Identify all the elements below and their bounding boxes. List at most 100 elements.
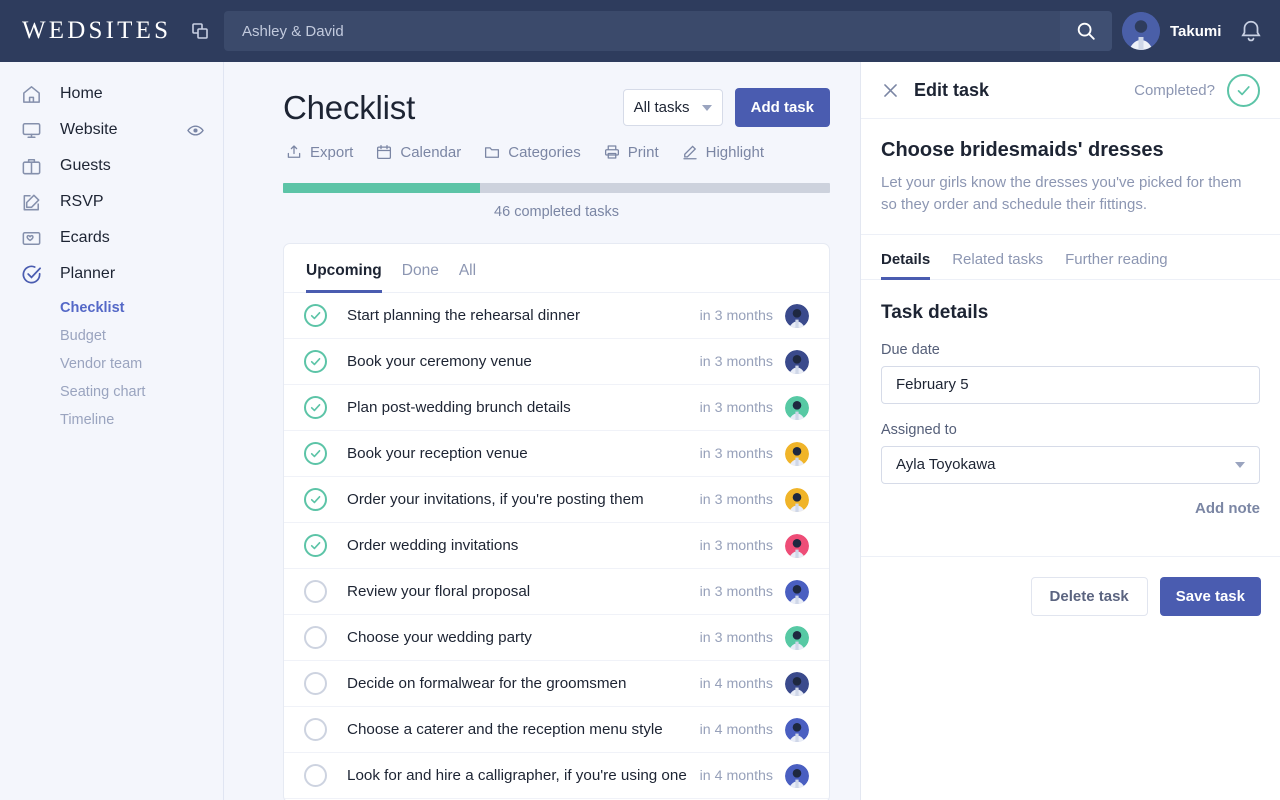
task-row[interactable]: Book your ceremony venuein 3 months (284, 339, 829, 385)
search-button[interactable] (1060, 11, 1112, 51)
task-title: Book your ceremony venue (347, 353, 700, 370)
task-row[interactable]: Order wedding invitationsin 3 months (284, 523, 829, 569)
save-task-button[interactable]: Save task (1160, 577, 1261, 616)
task-title: Plan post-wedding brunch details (347, 399, 700, 416)
task-row[interactable]: Review your floral proposalin 3 months (284, 569, 829, 615)
export-label: Export (310, 144, 353, 161)
completed-toggle[interactable] (1227, 74, 1260, 107)
sidebar-item-vendor-team[interactable]: Vendor team (60, 350, 223, 378)
check-icon (309, 401, 322, 414)
progress-label: 46 completed tasks (283, 204, 830, 220)
task-assignee-avatar[interactable] (785, 718, 809, 742)
sidebar-item-budget[interactable]: Budget (60, 322, 223, 350)
task-row[interactable]: Plan post-wedding brunch detailsin 3 mon… (284, 385, 829, 431)
sidebar-item-website[interactable]: Website (0, 112, 223, 148)
task-assignee-avatar[interactable] (785, 626, 809, 650)
task-assignee-avatar[interactable] (785, 488, 809, 512)
task-checkbox-checked[interactable] (304, 304, 327, 327)
task-assignee-avatar[interactable] (785, 534, 809, 558)
categories-action[interactable]: Categories (483, 143, 581, 161)
task-checkbox[interactable] (304, 764, 327, 787)
task-checkbox[interactable] (304, 718, 327, 741)
assigned-to-value: Ayla Toyokawa (896, 456, 1235, 473)
tab-related-tasks[interactable]: Related tasks (952, 251, 1043, 279)
task-filter-value: All tasks (634, 99, 702, 116)
close-icon[interactable] (881, 81, 900, 100)
task-row[interactable]: Look for and hire a calligrapher, if you… (284, 753, 829, 799)
task-due-date: in 3 months (700, 630, 773, 646)
task-checkbox[interactable] (304, 672, 327, 695)
tab-upcoming[interactable]: Upcoming (306, 262, 382, 292)
sidebar-item-timeline[interactable]: Timeline (60, 406, 223, 434)
task-assignee-avatar[interactable] (785, 580, 809, 604)
check-icon (1235, 82, 1252, 99)
sidebar-item-planner[interactable]: Planner (0, 256, 223, 292)
folder-icon (483, 143, 501, 161)
chevron-down-icon (702, 105, 712, 111)
search-input[interactable] (224, 23, 1060, 40)
delete-task-button[interactable]: Delete task (1031, 577, 1148, 616)
task-assignee-avatar[interactable] (785, 442, 809, 466)
task-row[interactable]: Book your reception venuein 3 months (284, 431, 829, 477)
tab-further-reading[interactable]: Further reading (1065, 251, 1168, 279)
calendar-icon (375, 143, 393, 161)
task-description: Let your girls know the dresses you've p… (881, 172, 1260, 216)
task-due-date: in 4 months (700, 768, 773, 784)
tab-done[interactable]: Done (402, 262, 439, 292)
sidebar-item-label: Guests (60, 157, 111, 175)
task-checkbox[interactable] (304, 580, 327, 603)
sidebar-item-checklist[interactable]: Checklist (60, 294, 223, 322)
main-header: Checklist All tasks Add task (283, 88, 830, 127)
search-bar[interactable] (224, 11, 1112, 51)
task-assignee-avatar[interactable] (785, 672, 809, 696)
monitor-icon (20, 118, 46, 142)
sidebar-item-label: Ecards (60, 229, 110, 247)
task-due-date: in 3 months (700, 492, 773, 508)
task-due-date: in 3 months (700, 354, 773, 370)
completed-label: Completed? (1134, 82, 1215, 99)
tab-all[interactable]: All (459, 262, 476, 292)
edit-square-icon (20, 190, 46, 214)
sidebar-item-label: Home (60, 85, 103, 103)
task-row[interactable]: Decide on formalwear for the groomsmenin… (284, 661, 829, 707)
add-task-button[interactable]: Add task (735, 88, 830, 127)
task-title: Choose your wedding party (347, 629, 700, 646)
copy-icon[interactable] (190, 21, 210, 41)
print-label: Print (628, 144, 659, 161)
task-checkbox-checked[interactable] (304, 396, 327, 419)
task-row[interactable]: Order your invitations, if you're postin… (284, 477, 829, 523)
highlight-action[interactable]: Highlight (681, 143, 764, 161)
bell-icon[interactable] (1238, 18, 1264, 49)
task-row[interactable]: Choose a caterer and the reception menu … (284, 707, 829, 753)
task-assignee-avatar[interactable] (785, 396, 809, 420)
task-checkbox-checked[interactable] (304, 488, 327, 511)
sidebar-item-guests[interactable]: Guests (0, 148, 223, 184)
export-action[interactable]: Export (285, 143, 353, 161)
task-checkbox-checked[interactable] (304, 350, 327, 373)
task-row[interactable]: Choose your wedding partyin 3 months (284, 615, 829, 661)
sidebar-subnav: Checklist Budget Vendor team Seating cha… (0, 292, 223, 434)
task-assignee-avatar[interactable] (785, 304, 809, 328)
sidebar-item-home[interactable]: Home (0, 76, 223, 112)
tab-details[interactable]: Details (881, 251, 930, 279)
task-filter-select[interactable]: All tasks (623, 89, 723, 126)
due-date-input[interactable]: February 5 (881, 366, 1260, 404)
task-assignee-avatar[interactable] (785, 764, 809, 788)
assigned-to-select[interactable]: Ayla Toyokawa (881, 446, 1260, 484)
task-checkbox-checked[interactable] (304, 442, 327, 465)
app-logo[interactable]: WEDSITES (0, 17, 200, 45)
task-row[interactable]: Start planning the rehearsal dinnerin 3 … (284, 293, 829, 339)
sidebar-item-rsvp[interactable]: RSVP (0, 184, 223, 220)
task-assignee-avatar[interactable] (785, 350, 809, 374)
task-checkbox[interactable] (304, 626, 327, 649)
task-checkbox-checked[interactable] (304, 534, 327, 557)
add-note-button[interactable]: Add note (881, 500, 1260, 517)
calendar-action[interactable]: Calendar (375, 143, 461, 161)
print-action[interactable]: Print (603, 143, 659, 161)
user-menu[interactable]: Takumi (1122, 12, 1221, 50)
calendar-label: Calendar (400, 144, 461, 161)
sidebar-item-seating-chart[interactable]: Seating chart (60, 378, 223, 406)
eye-icon[interactable] (186, 121, 205, 145)
sidebar-item-ecards[interactable]: Ecards (0, 220, 223, 256)
briefcase-icon (20, 154, 46, 178)
